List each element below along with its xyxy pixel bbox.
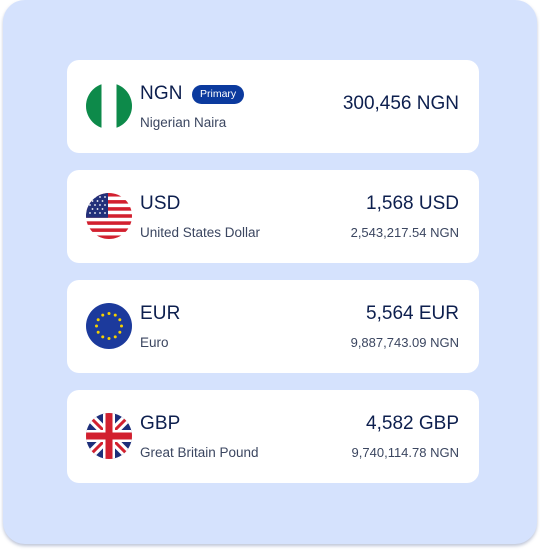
- currency-code: GBP: [140, 413, 181, 434]
- currency-amount: 300,456 NGN: [342, 93, 459, 114]
- currency-panel: NGN Primary Nigerian Naira 300,456 NGN U…: [3, 0, 537, 544]
- currency-code: EUR: [140, 303, 181, 324]
- currency-card-gbp[interactable]: GBP Great Britain Pound 4,582 GBP 9,740,…: [67, 390, 479, 483]
- currency-code: NGN: [140, 83, 183, 104]
- currency-card-ngn[interactable]: NGN Primary Nigerian Naira 300,456 NGN: [67, 60, 479, 153]
- currency-amount: 5,564 EUR: [366, 303, 459, 324]
- usa-flag-icon: [86, 193, 132, 239]
- currency-amount: 4,582 GBP: [366, 413, 459, 434]
- primary-badge: Primary: [192, 85, 245, 104]
- currency-name: Great Britain Pound: [140, 445, 259, 460]
- converted-amount: 9,740,114.78 NGN: [351, 445, 459, 460]
- currency-name: Nigerian Naira: [140, 115, 227, 130]
- currency-name: Euro: [140, 335, 169, 350]
- currency-amount: 1,568 USD: [366, 193, 459, 214]
- converted-amount: 9,887,743.09 NGN: [350, 335, 459, 350]
- currency-card-usd[interactable]: USD United States Dollar 1,568 USD 2,543…: [67, 170, 479, 263]
- eu-flag-icon: [86, 303, 132, 349]
- currency-code: USD: [140, 193, 181, 214]
- uk-flag-icon: [86, 413, 132, 459]
- converted-amount: 2,543,217.54 NGN: [350, 225, 459, 240]
- nigeria-flag-icon: [86, 83, 132, 129]
- currency-card-eur[interactable]: EUR Euro 5,564 EUR 9,887,743.09 NGN: [67, 280, 479, 373]
- currency-name: United States Dollar: [140, 225, 261, 240]
